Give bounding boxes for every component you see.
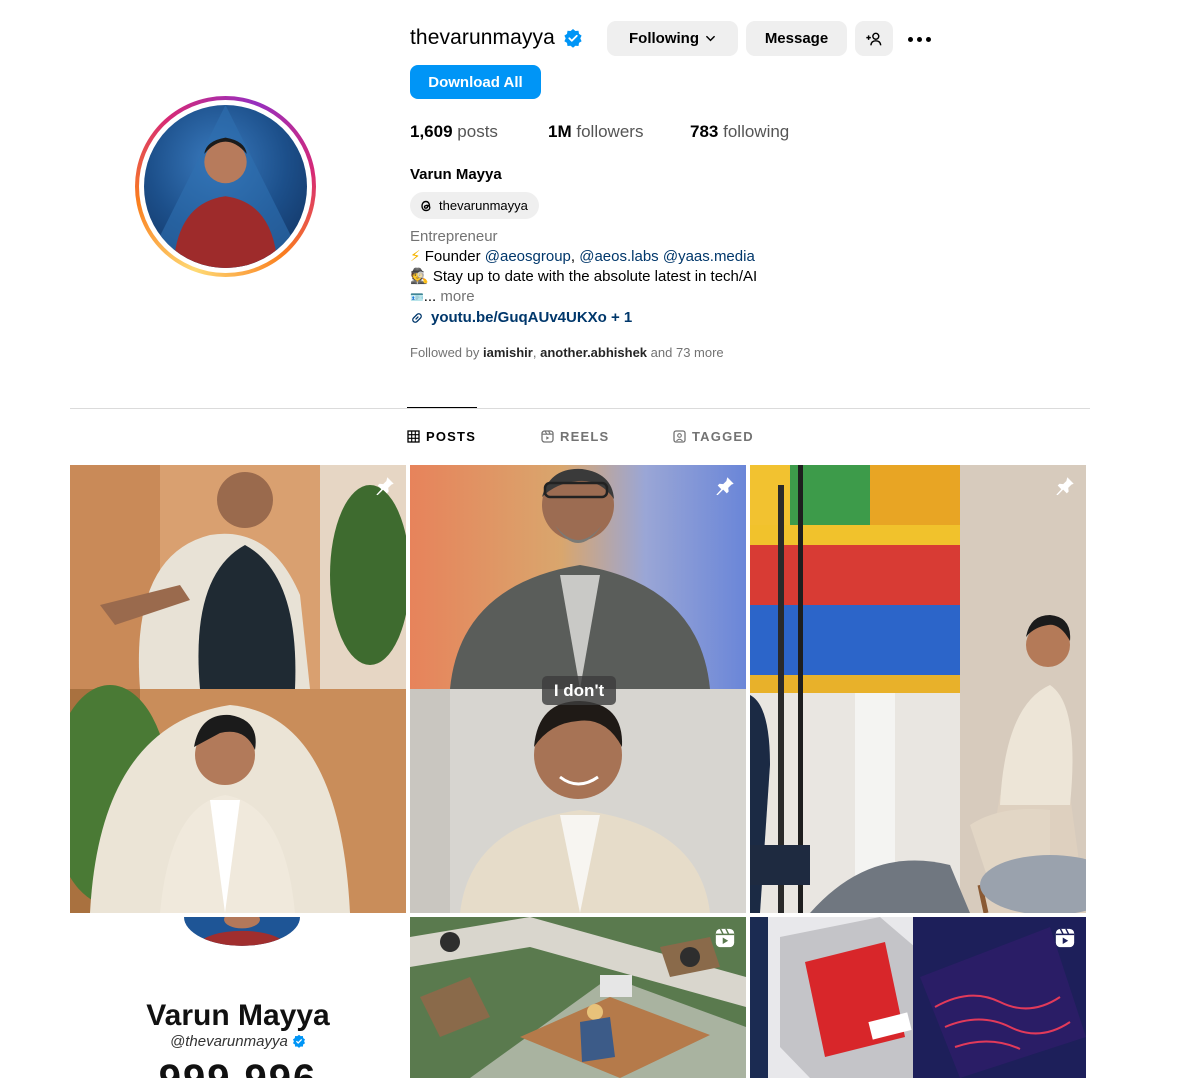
avatar-photo-art (144, 105, 307, 268)
card-handle-text: @thevarunmayya (170, 1033, 288, 1050)
post-thumbnail (70, 465, 406, 913)
post-tile[interactable] (70, 465, 406, 913)
threads-handle: thevarunmayya (439, 198, 528, 213)
posts-stat[interactable]: 1,609 posts (410, 122, 498, 142)
mention-yaas-media[interactable]: @yaas.media (663, 248, 755, 265)
card-handle: @thevarunmayya (70, 1033, 406, 1050)
followed-by-user2: another.abhishek (540, 345, 648, 360)
bio-line-tech: 🕵 Stay up to date with the absolute late… (410, 267, 757, 287)
dot (916, 36, 922, 42)
bio-emoji-id-card: 🪪 (410, 292, 424, 304)
post-tile[interactable]: Varun Mayya @thevarunmayya 999,996 (70, 917, 406, 1078)
profile-avatar[interactable] (135, 96, 316, 277)
bio-founder-text: Founder (424, 248, 481, 265)
reels-icon (541, 430, 554, 443)
message-button-label: Message (764, 30, 829, 47)
grid-icon (407, 430, 420, 443)
followed-by-suffix: and 73 more (650, 345, 724, 360)
followed-by-prefix: Followed by (410, 345, 480, 360)
tab-reels-label: REELS (560, 429, 610, 444)
bio-link-text: youtu.be/GuqAUv4UKXo + 1 (431, 309, 633, 326)
dot (925, 36, 931, 42)
bio-ellipsis: ... (423, 288, 437, 305)
download-all-button[interactable]: Download All (410, 65, 541, 99)
add-user-button[interactable] (855, 21, 893, 56)
pin-icon (716, 477, 734, 496)
verified-badge-icon (292, 1034, 305, 1048)
verified-badge-icon (563, 28, 583, 48)
chevron-down-icon (706, 35, 715, 42)
download-all-label: Download All (428, 73, 523, 91)
add-user-icon (866, 32, 882, 45)
post-thumbnail (750, 465, 1086, 913)
tab-reels[interactable]: REELS (541, 429, 609, 444)
tab-tagged-label: TAGGED (692, 429, 754, 444)
bio-emoji-lightning: ⚡ (410, 248, 421, 265)
post-thumbnail (410, 917, 746, 1078)
post-thumbnail (750, 917, 1086, 1078)
card-follower-count: 999,996 (70, 1057, 406, 1078)
following-stat[interactable]: 783 following (690, 122, 789, 142)
mention-aeos-labs[interactable]: @aeos.labs (579, 248, 658, 265)
tab-tagged[interactable]: TAGGED (673, 429, 754, 444)
following-button-label: Following (629, 30, 699, 47)
following-label: following (723, 122, 790, 141)
following-count: 783 (690, 122, 719, 141)
bio-external-link[interactable]: youtu.be/GuqAUv4UKXo + 1 (410, 308, 757, 328)
username-row: thevarunmayya (410, 20, 583, 56)
followed-by[interactable]: Followed by iamishir, another.abhishek a… (410, 345, 724, 360)
posts-label: posts (457, 122, 498, 141)
card-name: Varun Mayya (146, 999, 330, 1032)
followers-stat[interactable]: 1M followers (548, 122, 643, 142)
post-thumbnail (184, 917, 300, 946)
mention-aeosgroup[interactable]: @aeosgroup (485, 248, 571, 265)
link-icon (412, 313, 422, 323)
following-button[interactable]: Following (607, 21, 738, 56)
tagged-icon (673, 430, 686, 443)
more-options-icon[interactable] (905, 26, 933, 52)
bio-tech-text: Stay up to date with the absolute latest… (432, 268, 758, 285)
profile-username: thevarunmayya (410, 26, 555, 49)
bio-line-founder: ⚡ Founder @aeosgroup, @aeos.labs @yaas.m… (410, 247, 757, 267)
followers-label: followers (576, 122, 644, 141)
profile-bio: Entrepreneur ⚡ Founder @aeosgroup, @aeos… (410, 227, 757, 328)
followed-by-user1: iamishir (483, 345, 533, 360)
bio-line-more: 🪪... more (410, 287, 757, 308)
bio-category: Entrepreneur (410, 228, 498, 245)
avatar-inner (139, 100, 312, 273)
pin-icon (1056, 477, 1074, 496)
tabs-divider (70, 408, 1090, 409)
posts-count: 1,609 (410, 122, 453, 141)
avatar-photo (144, 105, 307, 268)
reel-icon (715, 928, 735, 948)
bio-comma: , (570, 248, 576, 265)
tab-posts-label: POSTS (426, 429, 477, 444)
bio-more-link[interactable]: more (440, 288, 474, 305)
followers-count: 1M (548, 122, 572, 141)
tab-posts[interactable]: POSTS (407, 429, 476, 444)
active-tab-indicator (407, 407, 477, 408)
video-caption-overlay: I don't (542, 676, 616, 705)
followed-by-sep: , (532, 345, 537, 360)
bio-emoji-detective: 🕵 (410, 268, 429, 285)
reel-icon (1055, 928, 1075, 948)
post-tile[interactable] (750, 465, 1086, 913)
dot (907, 36, 913, 42)
profile-full-name: Varun Mayya (410, 166, 502, 183)
post-tile[interactable] (750, 917, 1086, 1078)
threads-icon (421, 200, 431, 211)
threads-badge[interactable]: thevarunmayya (410, 192, 539, 219)
post-tile[interactable] (410, 917, 746, 1078)
message-button[interactable]: Message (746, 21, 847, 56)
pin-icon (376, 477, 394, 496)
